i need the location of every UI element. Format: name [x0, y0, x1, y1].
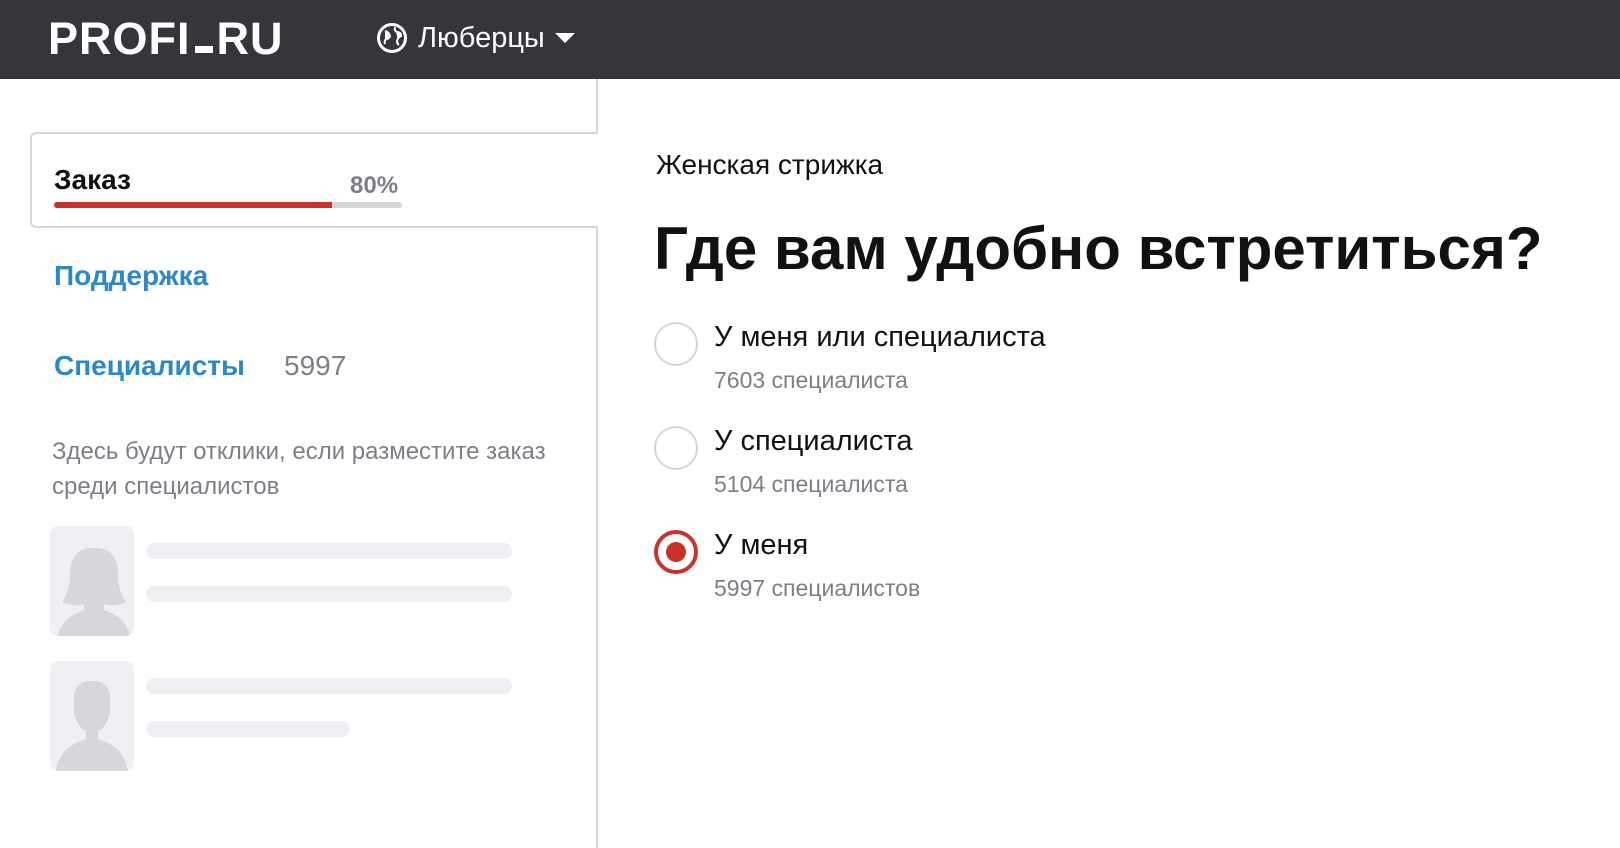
globe-icon [377, 23, 407, 53]
placeholder-avatar-female [50, 526, 134, 636]
profi-logo[interactable]: PROFI RU [48, 13, 284, 64]
service-category: Женская стрижка [656, 149, 884, 180]
placeholder-line [146, 721, 350, 737]
placeholder-line [146, 586, 512, 602]
main-content: Женская стрижка Где вам удобно встретить… [598, 79, 1620, 848]
option-home-or-specialist[interactable]: У меня или специалиста 7603 специалиста [654, 317, 1454, 407]
option-at-specialist[interactable]: У специалиста 5104 специалиста [654, 421, 1454, 511]
order-progress-bar [54, 202, 402, 208]
logo-text-right: RU [216, 13, 284, 64]
logo-text-left: PROFI [48, 13, 191, 64]
city-name: Люберцы [418, 21, 545, 54]
order-progress-label: 80% [350, 172, 399, 199]
option-label: У меня или специалиста [714, 321, 1046, 353]
male-avatar-icon [56, 681, 128, 771]
option-at-home[interactable]: У меня 5997 специалистов [654, 525, 1454, 615]
option-label: У меня [714, 529, 809, 561]
placeholder-line [146, 543, 512, 559]
option-count: 7603 специалиста [714, 367, 908, 393]
radio-button[interactable] [654, 426, 698, 470]
specialists-count: 5997 [284, 350, 347, 381]
order-card[interactable]: Заказ 80% [30, 132, 598, 228]
female-avatar-icon [58, 548, 130, 636]
radio-button[interactable] [654, 322, 698, 366]
order-progress-fill [54, 202, 333, 208]
order-title: Заказ [54, 164, 131, 195]
responses-hint: Здесь будут отклики, если разместите зак… [52, 438, 546, 500]
city-selector[interactable]: Люберцы [376, 18, 575, 58]
placeholder-line [146, 678, 512, 694]
logo-dot [194, 46, 213, 53]
placeholder-avatar-male [50, 661, 134, 771]
support-link[interactable]: Поддержка [54, 260, 208, 292]
option-count: 5104 специалиста [714, 471, 908, 497]
option-count: 5997 специалистов [714, 575, 921, 601]
page-title: Где вам удобно встретиться? [654, 215, 1543, 282]
option-label: У специалиста [714, 425, 913, 457]
top-bar: PROFI RU Люберцы [0, 0, 1620, 79]
sidebar: Заказ 80% Поддержка Специалисты 5997 Зде… [30, 79, 598, 848]
specialists-link[interactable]: Специалисты [54, 350, 245, 382]
radio-button-checked[interactable] [654, 530, 698, 574]
caret-down-icon [554, 33, 575, 43]
